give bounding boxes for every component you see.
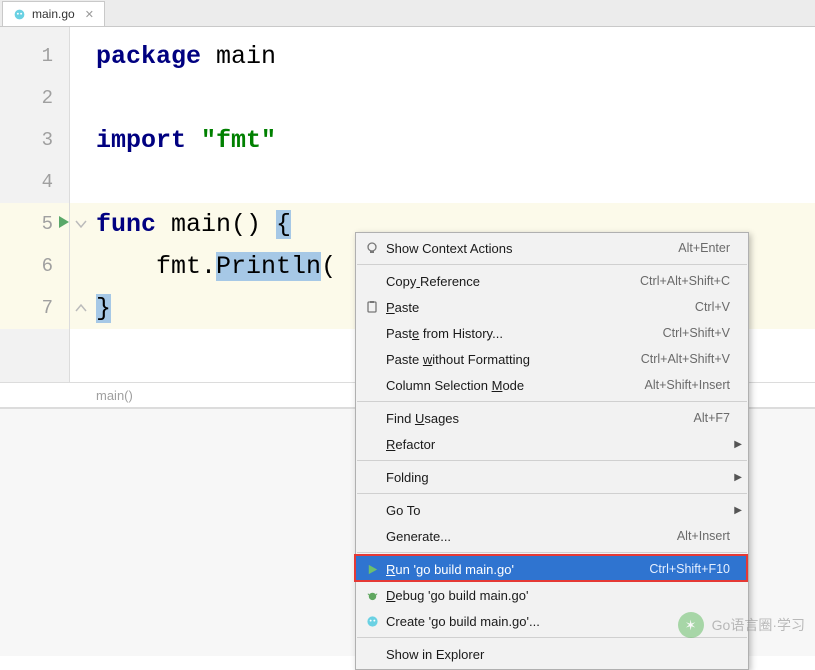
menu-separator (357, 493, 747, 494)
bug-icon (362, 589, 382, 602)
tab-label: main.go (32, 7, 75, 21)
menu-item[interactable]: Generate...Alt+Insert (356, 523, 748, 549)
menu-item-label: Run 'go build main.go' (386, 562, 649, 577)
fold-cell (70, 161, 92, 203)
chevron-right-icon: ▶ (734, 439, 742, 450)
menu-item-label: Refactor (386, 437, 730, 452)
menu-item-label: Folding (386, 470, 730, 485)
menu-item-label: Debug 'go build main.go' (386, 588, 730, 603)
menu-item-label: Go To (386, 503, 730, 518)
fold-cell (70, 245, 92, 287)
paste-icon (362, 300, 382, 314)
menu-item-label: Show in Explorer (386, 647, 730, 662)
play-icon (362, 563, 382, 576)
code-line[interactable]: import "fmt" (92, 119, 815, 161)
chevron-right-icon: ▶ (734, 472, 742, 483)
line-number: 3 (0, 119, 69, 161)
menu-shortcut: Alt+F7 (694, 411, 730, 425)
code-line[interactable]: package main (92, 35, 815, 77)
menu-item[interactable]: Run 'go build main.go'Ctrl+Shift+F10 (356, 556, 748, 582)
line-number: 2 (0, 77, 69, 119)
file-tab[interactable]: main.go ✕ (2, 1, 105, 26)
fold-margin (70, 27, 92, 382)
fold-open-icon[interactable] (74, 217, 88, 231)
menu-item[interactable]: Folding ▶ (356, 464, 748, 490)
menu-shortcut: Ctrl+Shift+F10 (649, 562, 730, 576)
go-file-icon (13, 8, 26, 21)
watermark-text: Go语言圈·学习 (712, 615, 805, 635)
line-number: 5 (0, 203, 69, 245)
menu-item-label: Paste (386, 300, 695, 315)
menu-item-label: Paste without Formatting (386, 352, 641, 367)
line-number: 4 (0, 161, 69, 203)
tab-bar: main.go ✕ (0, 0, 815, 27)
menu-separator (357, 401, 747, 402)
menu-shortcut: Alt+Insert (677, 529, 730, 543)
menu-item-label: Generate... (386, 529, 677, 544)
fold-cell (70, 77, 92, 119)
menu-item-label: Column Selection Mode (386, 378, 645, 393)
menu-item[interactable]: Refactor ▶ (356, 431, 748, 457)
menu-item[interactable]: Paste without FormattingCtrl+Alt+Shift+V (356, 346, 748, 372)
watermark-badge: ✶ Go语言圈·学习 (678, 612, 805, 638)
line-number: 6 (0, 245, 69, 287)
menu-separator (357, 264, 747, 265)
gopher-icon (362, 615, 382, 628)
code-line[interactable] (92, 77, 815, 119)
bulb-icon (362, 241, 382, 255)
menu-shortcut: Ctrl+Alt+Shift+V (641, 352, 730, 366)
fold-cell (70, 35, 92, 77)
menu-shortcut: Alt+Enter (678, 241, 730, 255)
fold-cell (70, 119, 92, 161)
menu-shortcut: Alt+Shift+Insert (645, 378, 730, 392)
menu-separator (357, 552, 747, 553)
menu-item[interactable]: Column Selection ModeAlt+Shift+Insert (356, 372, 748, 398)
menu-item[interactable]: Paste from History...Ctrl+Shift+V (356, 320, 748, 346)
close-icon[interactable]: ✕ (85, 8, 94, 21)
menu-item[interactable]: PasteCtrl+V (356, 294, 748, 320)
fold-close-icon[interactable] (74, 301, 88, 315)
menu-shortcut: Ctrl+V (695, 300, 730, 314)
menu-separator (357, 460, 747, 461)
line-number: 1 (0, 35, 69, 77)
menu-item[interactable]: Copy ReferenceCtrl+Alt+Shift+C (356, 268, 748, 294)
fold-cell (70, 287, 92, 329)
menu-item[interactable]: Go To ▶ (356, 497, 748, 523)
menu-item-label: Find Usages (386, 411, 694, 426)
code-line[interactable] (92, 161, 815, 203)
menu-item[interactable]: Find UsagesAlt+F7 (356, 405, 748, 431)
play-icon[interactable] (57, 213, 71, 235)
menu-shortcut: Ctrl+Alt+Shift+C (640, 274, 730, 288)
menu-item-label: Paste from History... (386, 326, 663, 341)
gutter: 1234567 (0, 27, 70, 382)
menu-item[interactable]: Show in Explorer (356, 641, 748, 667)
menu-item[interactable]: Show Context ActionsAlt+Enter (356, 235, 748, 261)
chevron-right-icon: ▶ (734, 505, 742, 516)
line-number: 7 (0, 287, 69, 329)
menu-item[interactable]: Debug 'go build main.go' (356, 582, 748, 608)
context-menu: Show Context ActionsAlt+Enter Copy Refere… (355, 232, 749, 670)
menu-item-label: Show Context Actions (386, 241, 678, 256)
breadcrumb-text: main() (96, 388, 133, 403)
menu-item-label: Copy Reference (386, 274, 640, 289)
menu-shortcut: Ctrl+Shift+V (663, 326, 730, 340)
wechat-icon: ✶ (678, 612, 704, 638)
fold-cell (70, 203, 92, 245)
